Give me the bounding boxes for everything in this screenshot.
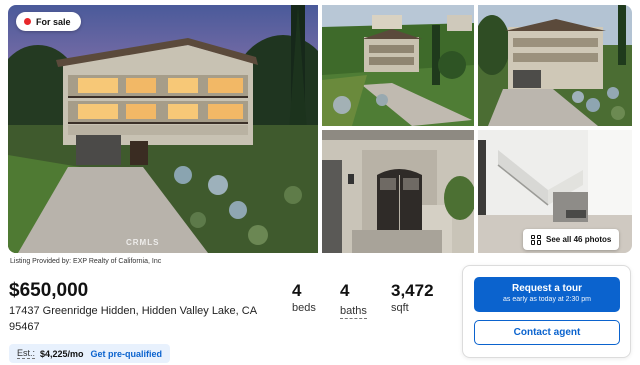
house-dusk-image [8,5,318,253]
baths-count: 4 [340,281,350,300]
get-prequalified-link[interactable]: Get pre-qualified [91,349,163,359]
sqft-stat: 3,472 sqft [391,281,434,314]
listing-price: $650,000 [9,280,89,301]
sqft-label: sqft [391,302,409,314]
status-badge: For sale [16,12,81,31]
monthly-estimate-pill: Est.: $4,225/mo Get pre-qualified [9,344,171,363]
address-line-1: 17437 Greenridge Hidden, Hidden Valley L… [9,305,258,317]
photo-front-entry[interactable] [322,130,474,253]
photo-watermark: CRMLS [126,238,160,247]
listing-address: 17437 Greenridge Hidden, Hidden Valley L… [9,303,279,335]
hillside-image [322,5,474,126]
photo-grid-icon [531,234,541,245]
photo-gallery: For sale CRMLS See all 46 photos [8,5,632,253]
baths-stat[interactable]: 4 baths [340,281,367,319]
see-all-photos-button[interactable]: See all 46 photos [523,229,620,250]
contact-card: Request a tour as early as today at 2:30… [462,265,631,358]
beds-count: 4 [292,281,302,300]
estimate-value: $4,225/mo [40,348,84,359]
front-driveway-image [478,5,632,126]
entry-door-image [322,130,474,253]
photo-front-driveway[interactable] [478,5,632,126]
request-tour-subtitle: as early as today at 2:30 pm [503,296,591,303]
request-tour-title: Request a tour [511,283,582,294]
listing-provider: Listing Provided by: EXP Realty of Calif… [10,258,162,265]
request-tour-button[interactable]: Request a tour as early as today at 2:30… [474,277,620,312]
sqft-count: 3,472 [391,281,434,300]
estimate-label[interactable]: Est.: [17,348,36,359]
beds-label: beds [292,302,316,314]
main-photo[interactable] [8,5,318,253]
status-badge-label: For sale [36,16,71,27]
baths-label[interactable]: baths [340,305,367,319]
contact-agent-button[interactable]: Contact agent [474,320,620,345]
beds-stat: 4 beds [292,281,316,314]
see-all-photos-label: See all 46 photos [546,235,612,244]
for-sale-dot-icon [24,18,31,25]
address-line-2: 95467 [9,321,40,333]
photo-hillside-aerial[interactable] [322,5,474,126]
